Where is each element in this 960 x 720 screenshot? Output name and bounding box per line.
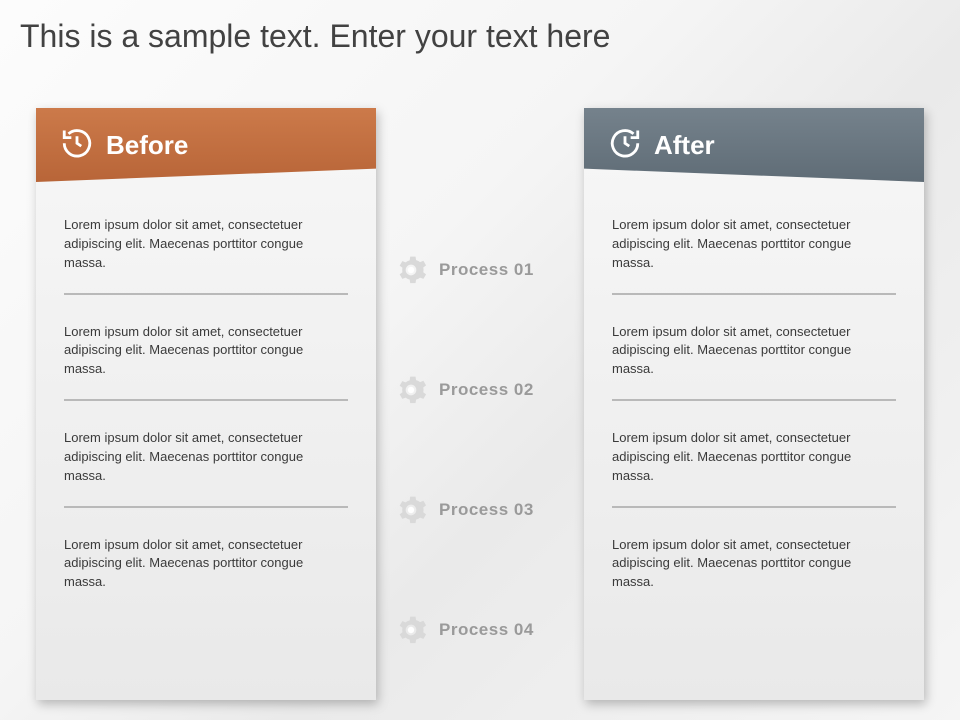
- process-label: Process 02: [439, 380, 534, 400]
- process-column: Process 01 Process 02 Process 03 Process…: [395, 210, 575, 690]
- slide-title: This is a sample text. Enter your text h…: [20, 18, 940, 55]
- after-body: Lorem ipsum dolor sit amet, consectetuer…: [584, 182, 924, 622]
- history-clock-icon: [60, 126, 94, 160]
- process-row: Process 03: [395, 450, 575, 570]
- list-item: Lorem ipsum dolor sit amet, consectetuer…: [64, 206, 348, 293]
- divider: [612, 399, 896, 401]
- gear-icon: [395, 614, 427, 646]
- divider: [64, 399, 348, 401]
- after-label: After: [654, 130, 715, 161]
- gear-icon: [395, 494, 427, 526]
- before-body: Lorem ipsum dolor sit amet, consectetuer…: [36, 182, 376, 622]
- before-panel: Before Lorem ipsum dolor sit amet, conse…: [36, 108, 376, 700]
- slide: This is a sample text. Enter your text h…: [0, 0, 960, 720]
- process-label: Process 04: [439, 620, 534, 640]
- divider: [64, 293, 348, 295]
- after-header: After: [584, 108, 924, 182]
- list-item: Lorem ipsum dolor sit amet, consectetuer…: [612, 526, 896, 613]
- refresh-clock-icon: [608, 126, 642, 160]
- list-item: Lorem ipsum dolor sit amet, consectetuer…: [612, 313, 896, 400]
- list-item: Lorem ipsum dolor sit amet, consectetuer…: [64, 419, 348, 506]
- list-item: Lorem ipsum dolor sit amet, consectetuer…: [612, 206, 896, 293]
- before-label: Before: [106, 130, 188, 161]
- gear-icon: [395, 254, 427, 286]
- list-item: Lorem ipsum dolor sit amet, consectetuer…: [612, 419, 896, 506]
- process-row: Process 02: [395, 330, 575, 450]
- list-item: Lorem ipsum dolor sit amet, consectetuer…: [64, 526, 348, 613]
- process-label: Process 01: [439, 260, 534, 280]
- before-header: Before: [36, 108, 376, 182]
- process-row: Process 01: [395, 210, 575, 330]
- after-panel: After Lorem ipsum dolor sit amet, consec…: [584, 108, 924, 700]
- divider: [612, 293, 896, 295]
- list-item: Lorem ipsum dolor sit amet, consectetuer…: [64, 313, 348, 400]
- process-label: Process 03: [439, 500, 534, 520]
- process-row: Process 04: [395, 570, 575, 690]
- gear-icon: [395, 374, 427, 406]
- divider: [64, 506, 348, 508]
- divider: [612, 506, 896, 508]
